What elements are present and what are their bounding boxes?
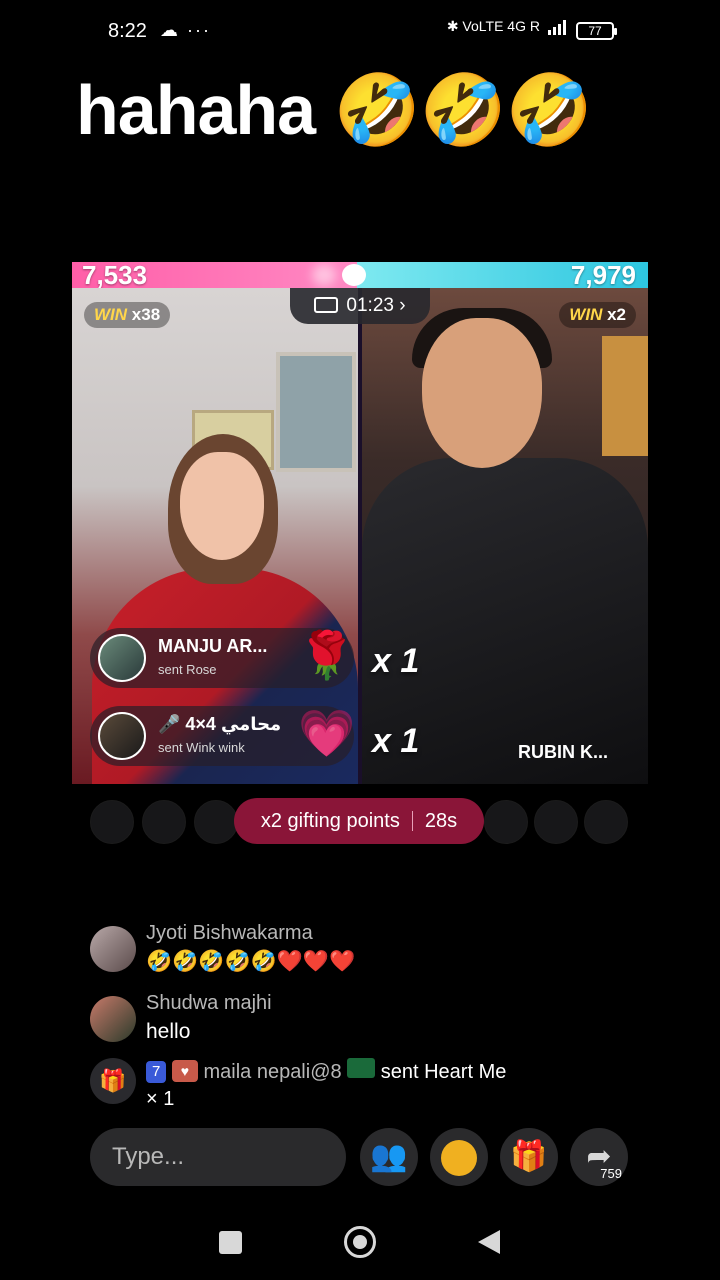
supporter-avatar[interactable] (194, 800, 238, 844)
supporter-avatar[interactable] (534, 800, 578, 844)
avatar[interactable] (98, 634, 146, 682)
gifting-points-row: x2 gifting points 28s (90, 798, 630, 844)
signal-icon (548, 19, 566, 35)
status-time: 8:22 (108, 20, 147, 42)
win-count: x2 (607, 305, 626, 324)
supporter-avatar[interactable] (90, 800, 134, 844)
gift-description: sent Rose (158, 662, 217, 677)
score-right: 7,979 (570, 262, 636, 290)
gifting-points-banner: x2 gifting points 28s (234, 798, 484, 844)
supporter-avatar[interactable] (584, 800, 628, 844)
timer-value: 01:23 (346, 295, 394, 316)
gift-notification[interactable]: MANJU AR... sent Rose 🌹 (90, 628, 356, 688)
divider (411, 811, 413, 831)
wall-painting (602, 336, 648, 456)
diamond-icon (314, 297, 339, 313)
share-button[interactable]: ➦ 759 (570, 1128, 628, 1186)
avatar[interactable] (90, 926, 136, 972)
gift-notice-line: 7 ♥ maila nepali@8 sent Heart Me (146, 1058, 506, 1084)
wall-painting (276, 352, 356, 472)
chat-username[interactable]: Shudwa majhi (146, 992, 272, 1015)
score-left: 7,533 (82, 262, 148, 290)
gift-notice-count: × 1 (146, 1088, 175, 1110)
gift-box-icon: 🎁 (90, 1058, 136, 1104)
chat-username[interactable]: Jyoti Bishwakarma (146, 922, 313, 945)
points-label: x2 gifting points (260, 810, 400, 832)
status-right-icons: ✱ VoLTE 4G R (447, 18, 566, 35)
video-caption: hahaha 🤣🤣🤣 (76, 71, 593, 149)
live-battle-panel: 7,533 7,979 WIN x38 WIN x2 01:23 › MANJU… (72, 262, 648, 784)
fan-badge-icon: ♥ (171, 1060, 198, 1082)
chat-text: hello (146, 1020, 191, 1043)
gift-notice-user[interactable]: maila nepali@8 (203, 1061, 341, 1083)
chat-text: 🤣🤣🤣🤣🤣❤️❤️❤️ (146, 950, 356, 973)
comment-input[interactable]: Type... (90, 1128, 346, 1186)
gift-notification[interactable]: 🎤 4×4 محامي sent Wink wink 💗 (90, 706, 356, 766)
gift-notice-action: sent Heart Me (380, 1061, 507, 1083)
win-label: WIN (569, 305, 603, 324)
avatar[interactable] (98, 712, 146, 760)
gift-button[interactable]: 🎁 (500, 1128, 558, 1186)
win-count: x38 (131, 305, 161, 324)
win-label: WIN (94, 305, 128, 324)
heart-gift-icon: 💗 (298, 707, 356, 759)
win-streak-left: WIN x38 (84, 302, 171, 328)
navigation-bar (0, 1210, 720, 1280)
avatar[interactable] (90, 996, 136, 1042)
back-icon[interactable] (478, 1230, 500, 1254)
host-right-face (422, 318, 542, 468)
user-level-badge: 7 (146, 1061, 167, 1083)
battery-icon: 77 (576, 22, 617, 40)
gift-combo-count: x 1 (372, 722, 420, 760)
share-count: 759 (600, 1166, 622, 1181)
supporter-avatar[interactable] (142, 800, 186, 844)
network-status-icons: ✱ VoLTE 4G R (446, 18, 540, 34)
status-bar: 8:22 ☁ ··· ✱ VoLTE 4G R 77 (0, 0, 720, 62)
points-countdown: 28s (424, 810, 458, 832)
chevron-right-icon: › (399, 295, 406, 316)
score-divider-icon (342, 264, 366, 286)
people-icon[interactable]: 👥 (360, 1128, 418, 1186)
coin-icon (441, 1140, 477, 1177)
rose-gift-icon: 🌹 (298, 629, 356, 681)
gift-sender-name: MANJU AR... (158, 636, 268, 656)
host-right-name[interactable]: RUBIN K... (518, 742, 608, 763)
gift-combo-count: x 1 (372, 642, 420, 680)
supporter-avatar[interactable] (484, 800, 528, 844)
notification-icons: ☁ ··· (160, 20, 211, 40)
flag-icon (347, 1058, 376, 1078)
recent-apps-icon[interactable] (219, 1231, 242, 1254)
promo-coin-button[interactable] (430, 1128, 488, 1186)
gift-description: sent Wink wink (158, 740, 245, 755)
gift-sender-name: 🎤 4×4 محامي (158, 714, 282, 734)
home-icon[interactable] (344, 1226, 376, 1258)
host-left-face (180, 452, 264, 560)
win-streak-right: WIN x2 (559, 302, 636, 328)
host-right-video[interactable] (362, 288, 648, 784)
battle-timer[interactable]: 01:23 › (290, 288, 430, 324)
